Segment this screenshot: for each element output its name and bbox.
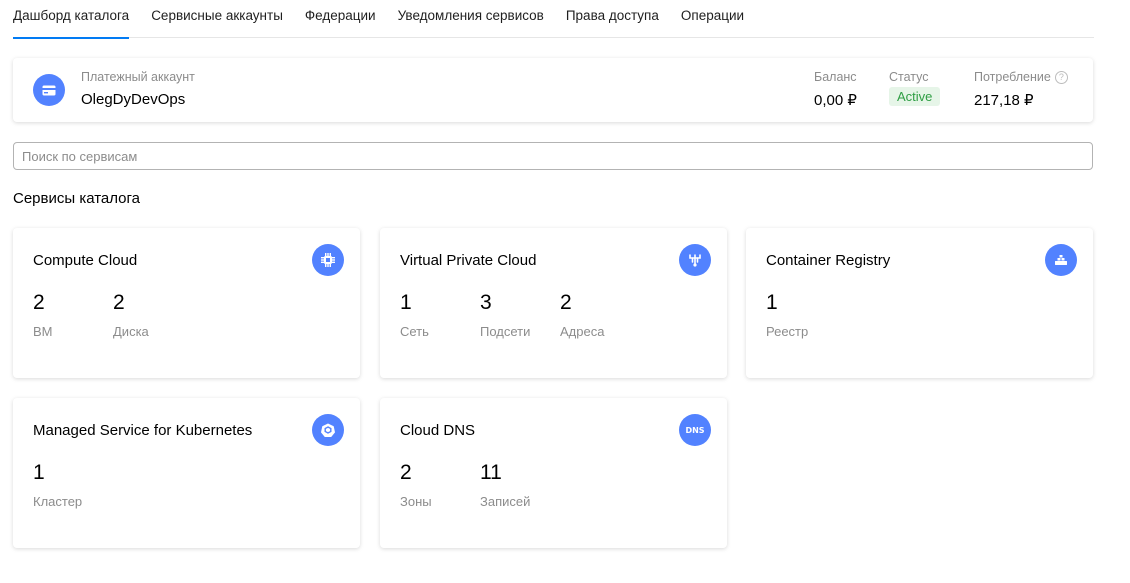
tab-catalog-dashboard[interactable]: Дашборд каталога [13,0,130,39]
metric-label: Сеть [400,324,429,339]
search-input[interactable] [13,142,1093,170]
card-title: Virtual Private Cloud [400,252,537,269]
metric-value: 1 [766,291,778,314]
metric-value: 2 [400,461,412,484]
metric-value: 2 [560,291,572,314]
metrics: 2 Зоны 11 Записей [400,461,560,509]
metric-value: 2 [33,291,45,314]
metric-label: Кластер [33,494,83,509]
billing-account-label: Платежный аккаунт [81,70,195,84]
metric-label: Зоны [400,494,432,509]
kubernetes-icon [312,414,344,446]
consumption-label: Потребление [974,70,1051,84]
service-card-container-registry[interactable]: Container Registry 1 Реестр [746,228,1093,378]
dns-icon: DNS [679,414,711,446]
metrics: 1 Сеть 3 Подсети 2 Адреса [400,291,640,339]
metric-value: 1 [33,461,45,484]
help-icon[interactable]: ? [1054,70,1068,84]
tab-federations[interactable]: Федерации [305,0,376,38]
consumption-stat: Потребление ? 217,18 ₽ [974,70,1068,109]
card-title: Container Registry [766,252,891,269]
metric-vm: 2 ВМ [33,291,113,339]
balance-stat: Баланс 0,00 ₽ [814,70,857,109]
status-label: Статус [889,70,929,84]
metric-label: ВМ [33,324,53,339]
metric-addresses: 2 Адреса [560,291,640,339]
metric-label: Записей [480,494,531,509]
metric-label: Подсети [480,324,531,339]
tab-service-notifications[interactable]: Уведомления сервисов [398,0,544,38]
metric-label: Адреса [560,324,605,339]
tab-operations[interactable]: Операции [681,0,744,38]
metrics: 2 ВМ 2 Диска [33,291,193,339]
metrics: 1 Реестр [766,291,846,339]
status-stat: Статус Active [889,70,941,106]
network-icon [679,244,711,276]
service-card-cloud-dns[interactable]: Cloud DNS DNS 2 Зоны 11 Записей [380,398,727,548]
consumption-value: 217,18 ₽ [974,92,1034,109]
service-card-compute-cloud[interactable]: Compute Cloud 2 ВМ 2 Диска [13,228,360,378]
credit-card-icon [33,74,65,106]
tab-access-rights[interactable]: Права доступа [566,0,659,38]
balance-value: 0,00 ₽ [814,92,857,109]
metric-value: 2 [113,291,125,314]
metric-value: 11 [480,461,502,484]
metric-clusters: 1 Кластер [33,461,113,509]
metric-registries: 1 Реестр [766,291,846,339]
consumption-label-row: Потребление ? [974,70,1068,84]
service-card-kubernetes[interactable]: Managed Service for Kubernetes 1 Кластер [13,398,360,548]
card-title: Managed Service for Kubernetes [33,422,253,439]
metric-value: 1 [400,291,412,314]
registry-icon [1045,244,1077,276]
metric-subnets: 3 Подсети [480,291,560,339]
balance-label: Баланс [814,70,857,84]
metrics: 1 Кластер [33,461,113,509]
metric-zones: 2 Зоны [400,461,480,509]
metric-label: Реестр [766,324,809,339]
section-title: Сервисы каталога [13,190,141,207]
status-badge: Active [889,87,941,106]
metric-label: Диска [113,324,149,339]
cpu-icon [312,244,344,276]
metric-value: 3 [480,291,492,314]
tab-bar: Дашборд каталога Сервисные аккаунты Феде… [13,0,1094,39]
card-title: Cloud DNS [400,422,476,439]
metric-networks: 1 Сеть [400,291,480,339]
metric-records: 11 Записей [480,461,560,509]
service-card-vpc[interactable]: Virtual Private Cloud 1 Сеть 3 Подсети 2… [380,228,727,378]
dns-icon-text: DNS [685,425,705,435]
tab-service-accounts[interactable]: Сервисные аккаунты [151,0,283,38]
billing-account-name[interactable]: OlegDyDevOps [81,91,185,108]
billing-account-panel: Платежный аккаунт OlegDyDevOps Баланс 0,… [13,58,1093,122]
card-title: Compute Cloud [33,252,138,269]
metric-disks: 2 Диска [113,291,193,339]
